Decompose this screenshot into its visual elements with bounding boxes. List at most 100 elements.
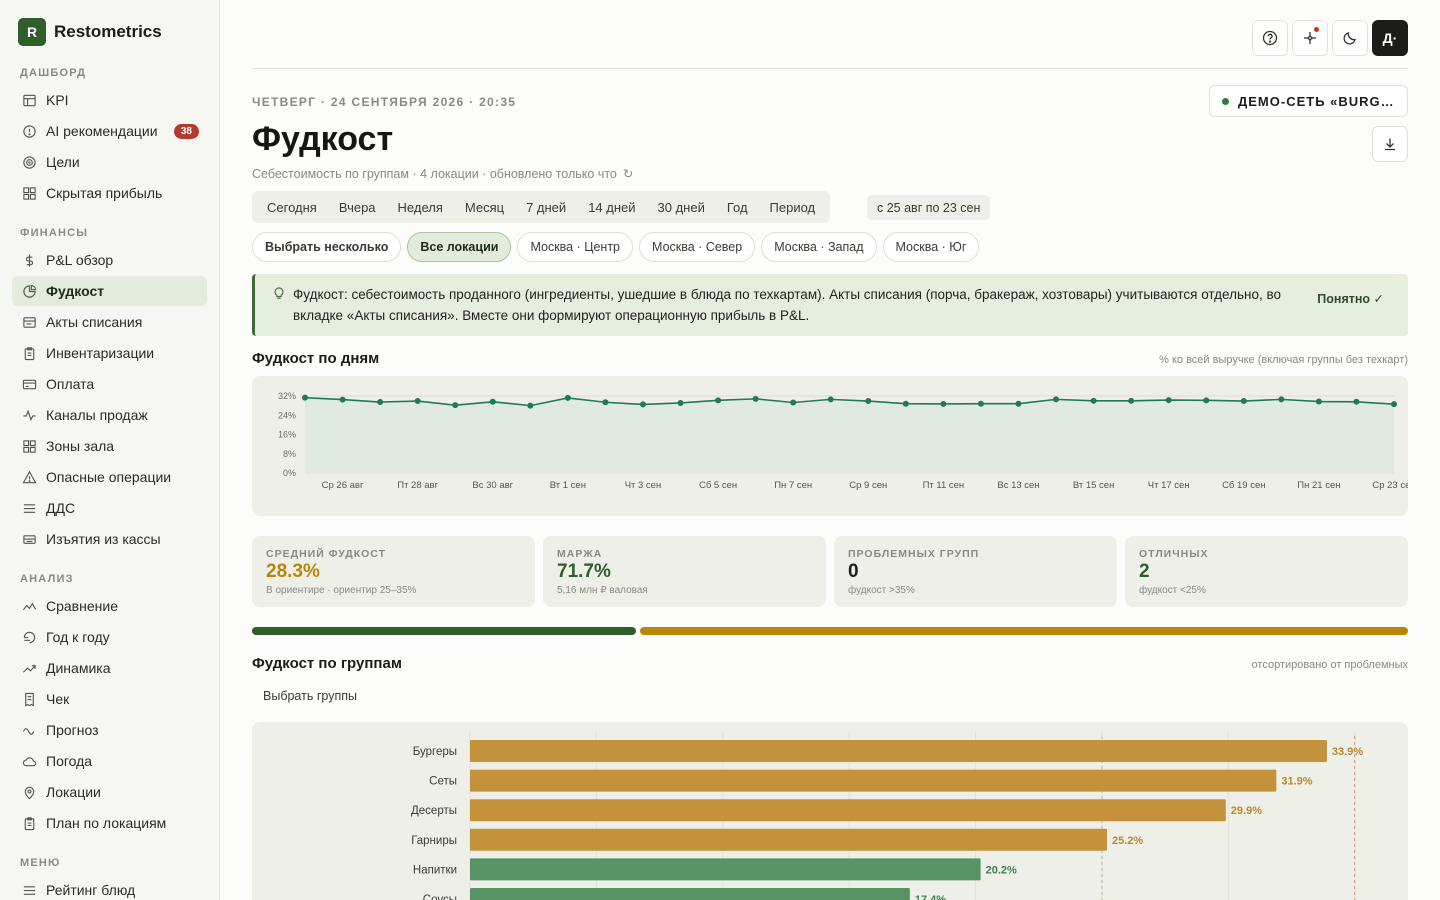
sidebar-item-прогноз[interactable]: Прогноз xyxy=(12,715,207,745)
kpi-hint: В ориентире · ориентир 25–35% xyxy=(266,585,417,596)
info-banner: Фудкост: себестоимость проданного (ингре… xyxy=(252,274,1408,336)
trend-icon xyxy=(20,659,38,677)
network-name: ДЕМО-СЕТЬ «BURGER HOUSE» xyxy=(1238,93,1395,109)
period-вчера[interactable]: Вчера xyxy=(328,191,387,223)
card-icon xyxy=(20,375,38,393)
sidebar-item-фудкост[interactable]: Фудкост xyxy=(12,276,207,306)
data-point xyxy=(1315,398,1322,405)
brand[interactable]: R Restometrics xyxy=(18,18,162,46)
date-range-chip[interactable]: с 25 авг по 23 сен xyxy=(867,195,991,220)
kpi-card: ПРОБЛЕМНЫХ ГРУПП 0 фудкост >35% xyxy=(834,536,1117,607)
sidebar-item-цели[interactable]: Цели xyxy=(12,147,207,177)
subtitle-text: Себестоимость по группам · 4 локации · о… xyxy=(252,166,617,181)
user-avatar[interactable]: Д· xyxy=(1372,20,1408,56)
multi-select-button[interactable]: Выбрать несколько xyxy=(252,232,402,262)
y-tick-label: 24% xyxy=(278,410,296,420)
data-point xyxy=(639,401,646,408)
ai-sparkle-button[interactable] xyxy=(1292,20,1328,56)
sidebar-item-акты-списания[interactable]: Акты списания xyxy=(12,307,207,337)
grid-icon xyxy=(20,184,38,202)
sidebar-item-изъятия-из-кассы[interactable]: Изъятия из кассы xyxy=(12,524,207,554)
table-icon xyxy=(20,91,38,109)
kpi-label: МАРЖА xyxy=(557,548,603,560)
sidebar-item-скрытая-прибыль[interactable]: Скрытая прибыль xyxy=(12,178,207,208)
data-point xyxy=(602,399,609,406)
groups-chart-note: отсортировано от проблемных xyxy=(1251,659,1408,671)
sidebar-item-label: KPI xyxy=(46,92,69,108)
grid-icon xyxy=(20,437,38,455)
download-button[interactable] xyxy=(1372,126,1408,162)
nav-section-title: МЕНЮ xyxy=(20,857,61,869)
period-месяц[interactable]: Месяц xyxy=(454,191,515,223)
refresh-icon[interactable]: ↻ xyxy=(623,166,633,181)
target-icon xyxy=(20,153,38,171)
period-30-дней[interactable]: 30 дней xyxy=(647,191,716,223)
help-button[interactable] xyxy=(1252,20,1288,56)
clipboard-icon xyxy=(20,344,38,362)
category-label: Бургеры xyxy=(413,746,457,758)
x-tick-label: Вт 1 сен xyxy=(550,480,586,491)
sidebar-item-оплата[interactable]: Оплата xyxy=(12,369,207,399)
data-point xyxy=(1053,396,1060,403)
sidebar-item-ai-рекомендации[interactable]: AI рекомендации 38 xyxy=(12,116,207,146)
doc-icon xyxy=(20,313,38,331)
sidebar-item-сравнение[interactable]: Сравнение xyxy=(12,591,207,621)
progress-warn-segment xyxy=(639,627,1408,635)
data-point xyxy=(1128,397,1135,404)
kpi-value: 28.3% xyxy=(266,561,320,582)
sidebar-item-зоны-зала[interactable]: Зоны зала xyxy=(12,431,207,461)
kpi-card: СРЕДНИЙ ФУДКОСТ 28.3% В ориентире · ориент… xyxy=(252,536,535,607)
sidebar-item-опасные-операции[interactable]: Опасные операции xyxy=(12,462,207,492)
sidebar-item-label: Цели xyxy=(46,154,80,170)
sidebar-item-год-к-году[interactable]: Год к году xyxy=(12,622,207,652)
sidebar-item-локации[interactable]: Локации xyxy=(12,777,207,807)
sidebar-item-каналы-продаж[interactable]: Каналы продаж xyxy=(12,400,207,430)
x-tick-label: Сб 5 сен xyxy=(699,480,737,491)
location-filter: Выбрать несколько Все локации Москва · Цен… xyxy=(252,232,980,262)
select-groups-button[interactable]: Выбрать группы xyxy=(252,684,368,708)
location-chip[interactable]: Москва · Запад xyxy=(761,232,877,262)
period-сегодня[interactable]: Сегодня xyxy=(256,191,328,223)
period-7-дней[interactable]: 7 дней xyxy=(515,191,577,223)
network-selector[interactable]: ДЕМО-СЕТЬ «BURGER HOUSE» xyxy=(1209,85,1408,117)
sidebar-item-label: P&L обзор xyxy=(46,252,114,268)
brand-logo: R xyxy=(18,18,46,46)
dismiss-banner-button[interactable]: Понятно ✓ xyxy=(1317,291,1384,306)
pulse-icon xyxy=(20,406,38,424)
location-chip[interactable]: Москва · Юг xyxy=(882,232,980,262)
location-chip[interactable]: Все локации xyxy=(407,232,512,262)
yoy-icon xyxy=(20,628,38,646)
x-tick-label: Ср 23 сен xyxy=(1372,480,1408,491)
sidebar-item-динамика[interactable]: Динамика xyxy=(12,653,207,683)
value-label: 17.4% xyxy=(915,894,946,900)
location-chip[interactable]: Москва · Центр xyxy=(517,232,634,262)
banner-text: Фудкост: себестоимость проданного (ингре… xyxy=(293,287,1282,323)
period-год[interactable]: Год xyxy=(716,191,759,223)
data-point xyxy=(489,398,496,405)
theme-toggle-button[interactable] xyxy=(1332,20,1368,56)
location-chip[interactable]: Москва · Север xyxy=(639,232,756,262)
data-point xyxy=(527,402,534,409)
sidebar-item-kpi[interactable]: KPI xyxy=(12,85,207,115)
data-point xyxy=(1203,397,1210,404)
sidebar-item-погода[interactable]: Погода xyxy=(12,746,207,776)
moon-icon xyxy=(1343,32,1356,45)
value-label: 31.9% xyxy=(1281,776,1312,788)
sidebar-item-ддс[interactable]: ДДС xyxy=(12,493,207,523)
period-14-дней[interactable]: 14 дней xyxy=(577,191,646,223)
sidebar-item-рейтинг-блюд[interactable]: Рейтинг блюд xyxy=(12,875,207,900)
period-неделя[interactable]: Неделя xyxy=(387,191,454,223)
nav-section-title: ФИНАНСЫ xyxy=(20,227,89,239)
main-content: Д· ЧЕТВЕРГ · 24 СЕНТЯБРЯ 2026 · 20:35 ДЕ… xyxy=(220,0,1440,900)
sidebar-item-p-l-обзор[interactable]: P&L обзор xyxy=(12,245,207,275)
period-период[interactable]: Период xyxy=(759,191,827,223)
sidebar-item-инвентаризации[interactable]: Инвентаризации xyxy=(12,338,207,368)
nav-section-title: АНАЛИЗ xyxy=(20,573,74,585)
sidebar-item-label: Оплата xyxy=(46,376,95,392)
daily-foodcost-chart: 0% 8% 16% 24% 32% Ср 26 авг Пт 28 авг Вс 30 авг… xyxy=(252,376,1408,516)
bar xyxy=(470,740,1327,762)
help-icon xyxy=(1262,30,1278,46)
sidebar-item-план-по-локациям[interactable]: План по локациям xyxy=(12,808,207,838)
x-tick-label: Сб 19 сен xyxy=(1222,480,1265,491)
sidebar-item-чек[interactable]: Чек xyxy=(12,684,207,714)
